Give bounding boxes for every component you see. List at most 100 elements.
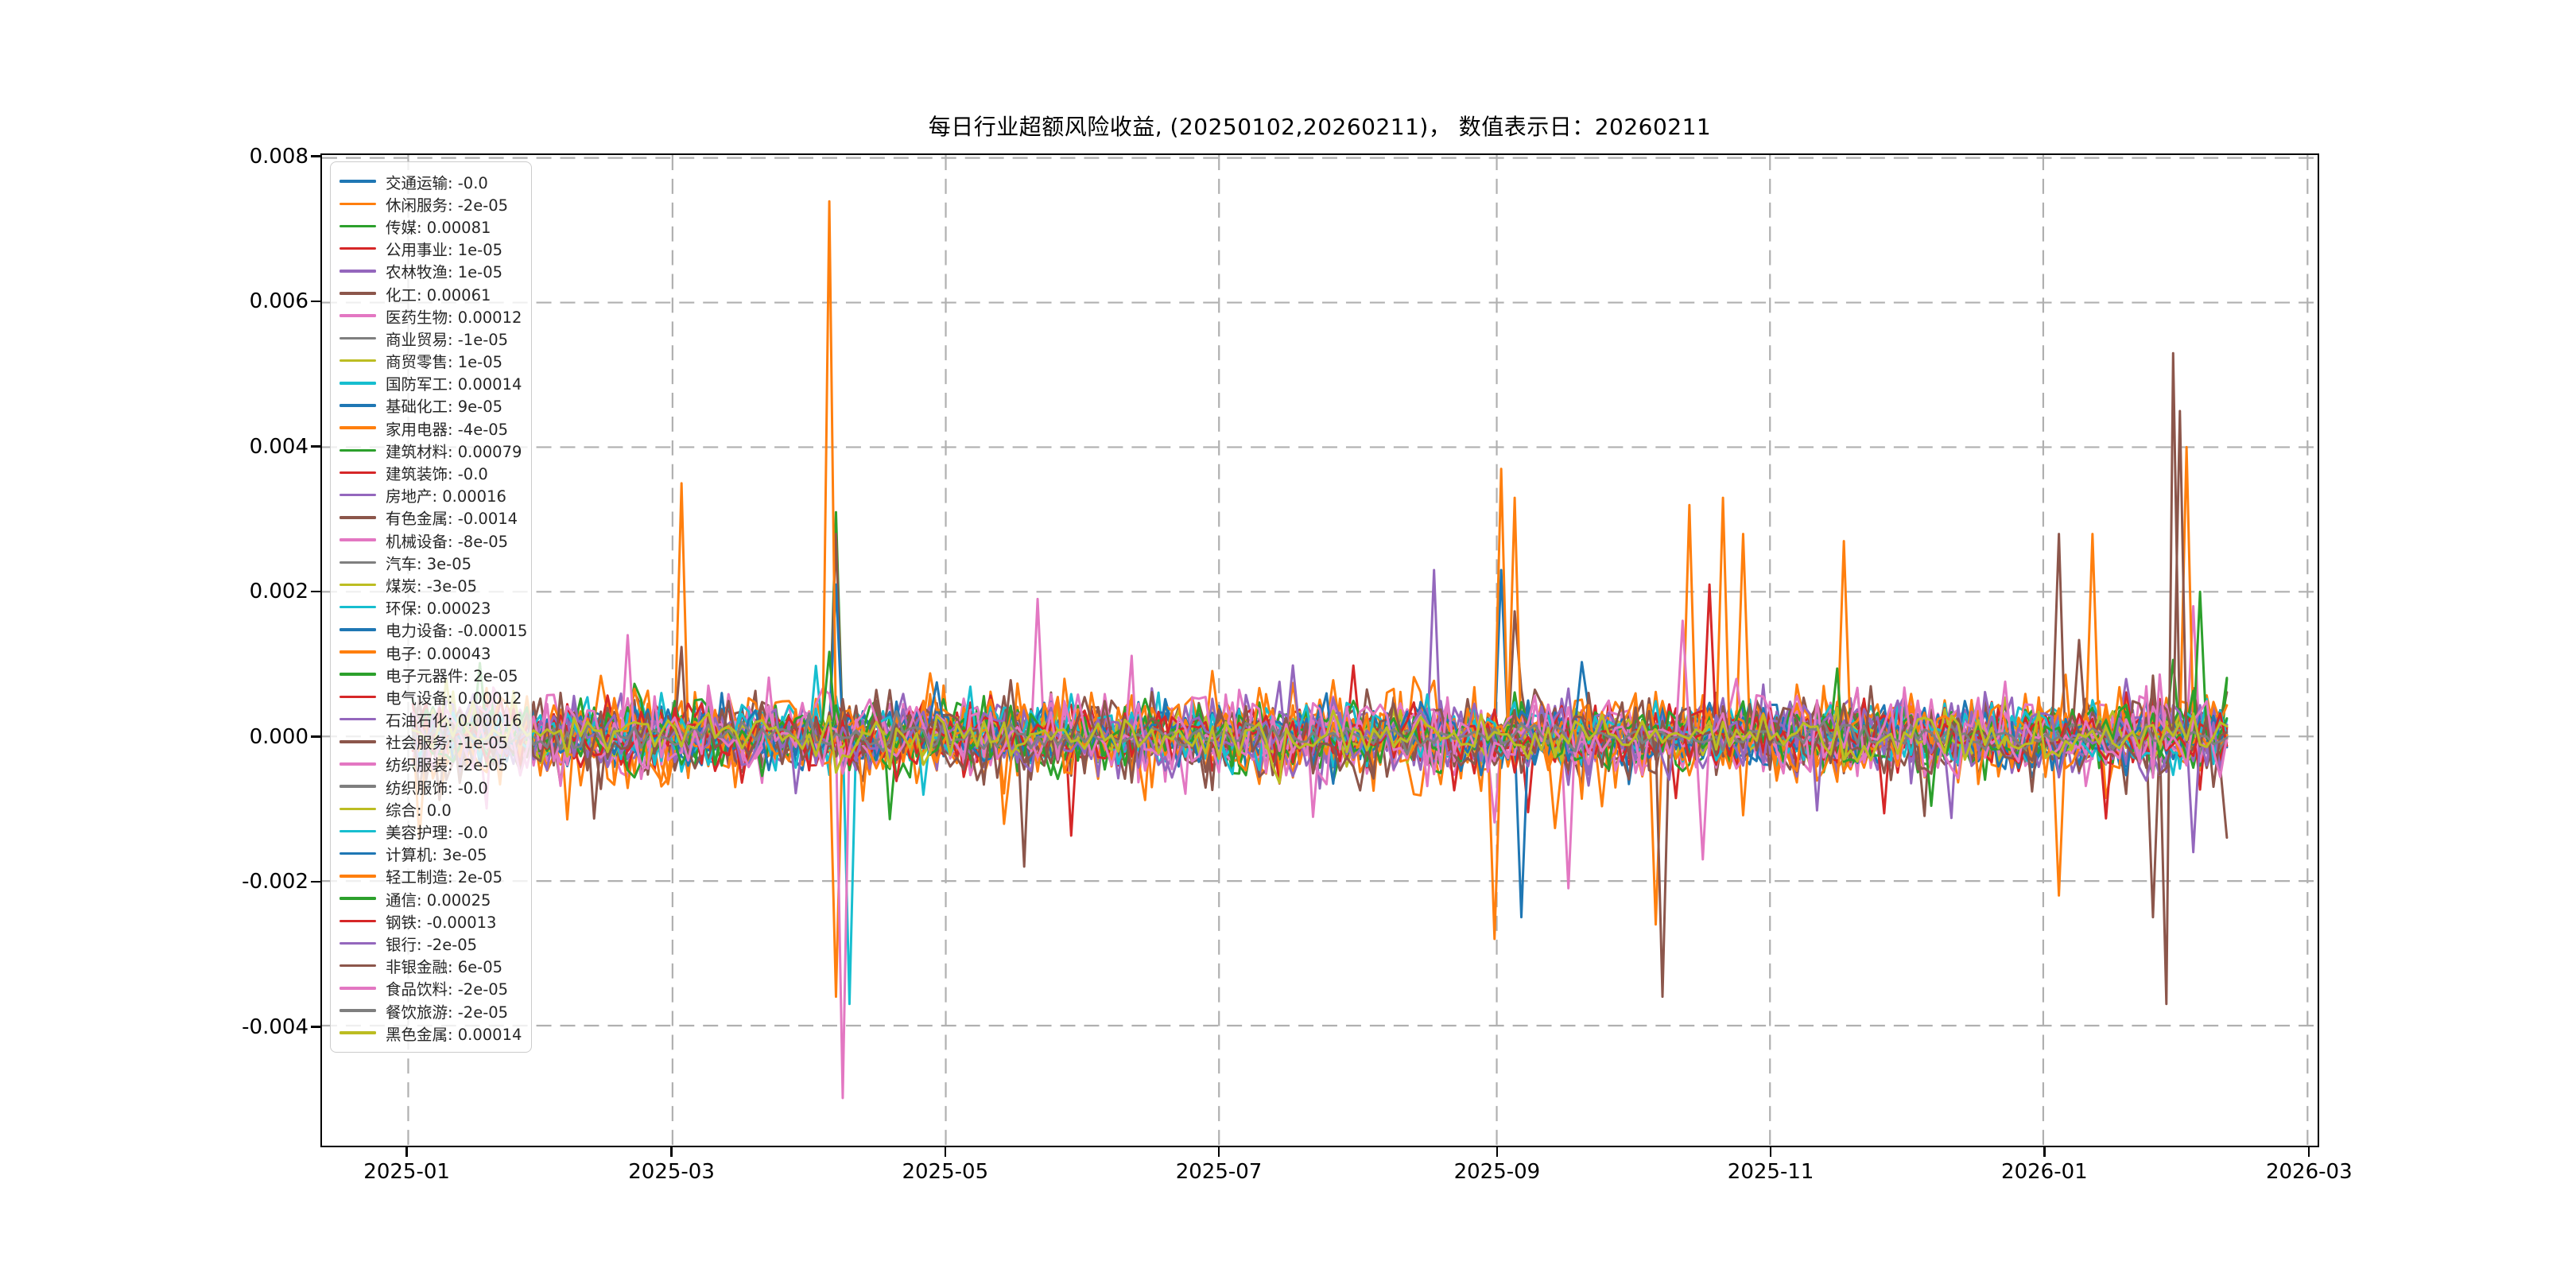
legend-item: 农林牧渔: 1e-05 xyxy=(339,260,525,282)
legend-label: 社会服务: -1e-05 xyxy=(386,734,509,753)
legend-label: 家用电器: -4e-05 xyxy=(386,420,509,439)
legend-label: 商贸零售: 1e-05 xyxy=(386,353,503,372)
legend-line-swatch xyxy=(339,493,376,497)
legend-line-swatch xyxy=(339,695,376,699)
legend-line-swatch xyxy=(339,336,376,340)
legend-label: 农林牧渔: 1e-05 xyxy=(386,263,503,282)
legend-label: 医药生物: 0.00012 xyxy=(386,308,522,327)
legend-item: 电气设备: 0.00012 xyxy=(339,685,525,708)
legend-item: 家用电器: -4e-05 xyxy=(339,417,525,439)
y-tick-label: -0.004 xyxy=(242,1014,308,1039)
x-tick-label: 2025-11 xyxy=(1727,1160,1814,1184)
legend-item: 黑色金属: 0.00014 xyxy=(339,1022,525,1044)
legend-item: 化工: 0.00061 xyxy=(339,282,525,305)
chart-canvas xyxy=(322,155,2318,1146)
legend-item: 有色金属: -0.0014 xyxy=(339,506,525,529)
legend-item: 商业贸易: -1e-05 xyxy=(339,327,525,349)
legend-item: 餐饮旅游: -2e-05 xyxy=(339,999,525,1022)
legend-label: 汽车: 3e-05 xyxy=(386,554,472,573)
x-tick-mark xyxy=(2043,1147,2046,1157)
legend-line-swatch xyxy=(339,605,376,609)
x-tick-mark xyxy=(405,1147,408,1157)
legend-item: 建筑装饰: -0.0 xyxy=(339,461,525,483)
legend-item: 休闲服务: -2e-05 xyxy=(339,192,525,215)
legend-label: 综合: 0.0 xyxy=(386,801,452,820)
legend-label: 国防军工: 0.00014 xyxy=(386,375,522,394)
chart-title: 每日行业超额风险收益, (20250102,20260211)， 数值表示日：2… xyxy=(928,114,1712,140)
legend-line-swatch xyxy=(339,538,376,541)
legend-label: 基础化工: 9e-05 xyxy=(386,398,503,417)
legend-label: 食品饮料: -2e-05 xyxy=(386,980,509,999)
legend-line-swatch xyxy=(339,471,376,475)
legend-label: 餐饮旅游: -2e-05 xyxy=(386,1003,509,1022)
legend-label: 交通运输: -0.0 xyxy=(386,173,488,192)
legend-item: 美容护理: -0.0 xyxy=(339,820,525,842)
legend-label: 机械设备: -8e-05 xyxy=(386,532,509,551)
legend-label: 纺织服装: -2e-05 xyxy=(386,756,509,775)
x-tick-label: 2025-01 xyxy=(363,1160,450,1184)
legend-label: 通信: 0.00025 xyxy=(386,890,491,910)
legend-line-swatch xyxy=(339,919,376,923)
y-tick-mark xyxy=(311,300,320,303)
y-tick-mark xyxy=(311,445,320,448)
legend-item: 汽车: 3e-05 xyxy=(339,551,525,573)
legend-label: 电子元器件: 2e-05 xyxy=(386,666,518,685)
legend-label: 建筑装饰: -0.0 xyxy=(386,465,488,484)
x-tick-label: 2025-07 xyxy=(1175,1160,1263,1184)
legend-line-swatch xyxy=(339,404,376,407)
legend-line-swatch xyxy=(339,875,376,878)
legend-line-swatch xyxy=(339,717,376,721)
legend-line-swatch xyxy=(339,180,376,183)
legend-line-swatch xyxy=(339,426,376,429)
legend-label: 黑色金属: 0.00014 xyxy=(386,1025,522,1044)
legend-line-swatch xyxy=(339,270,376,273)
x-tick-label: 2026-01 xyxy=(2001,1160,2088,1184)
legend-item: 公用事业: 1e-05 xyxy=(339,238,525,260)
legend-item: 煤炭: -3e-05 xyxy=(339,573,525,596)
y-tick-mark xyxy=(311,735,320,738)
legend-line-swatch xyxy=(339,224,376,228)
x-tick-mark xyxy=(1217,1147,1220,1157)
y-tick-label: -0.002 xyxy=(242,870,308,894)
legend-line-swatch xyxy=(339,785,376,788)
y-tick-label: 0.004 xyxy=(249,434,308,459)
legend-label: 石油石化: 0.00016 xyxy=(386,712,522,731)
legend-item: 社会服务: -1e-05 xyxy=(339,731,525,753)
legend-line-swatch xyxy=(339,650,376,654)
legend-item: 钢铁: -0.00013 xyxy=(339,910,525,932)
legend-line-swatch xyxy=(339,583,376,587)
legend-label: 房地产: 0.00016 xyxy=(386,487,506,506)
legend-line-swatch xyxy=(339,964,376,968)
x-tick-mark xyxy=(1496,1147,1499,1157)
y-tick-label: 0.006 xyxy=(249,289,308,314)
legend-item: 电子元器件: 2e-05 xyxy=(339,663,525,685)
legend-line-swatch xyxy=(339,852,376,855)
legend-label: 休闲服务: -2e-05 xyxy=(386,196,509,215)
legend-line-swatch xyxy=(339,1009,376,1012)
legend-label: 纺织服饰: -0.0 xyxy=(386,778,488,797)
legend-label: 电气设备: 0.00012 xyxy=(386,689,522,708)
legend: 交通运输: -0.0 休闲服务: -2e-05 传媒: 0.00081 公用事业: 1… xyxy=(330,161,532,1053)
legend-item: 基础化工: 9e-05 xyxy=(339,394,525,417)
legend-label: 有色金属: -0.0014 xyxy=(386,510,518,529)
x-tick-mark xyxy=(1769,1147,1772,1157)
legend-label: 煤炭: -3e-05 xyxy=(386,576,478,596)
legend-item: 电力设备: -0.00015 xyxy=(339,619,527,641)
legend-line-swatch xyxy=(339,740,376,743)
legend-label: 美容护理: -0.0 xyxy=(386,824,488,843)
legend-item: 银行: -2e-05 xyxy=(339,932,525,954)
legend-item: 计算机: 3e-05 xyxy=(339,843,525,865)
legend-label: 电子: 0.00043 xyxy=(386,644,491,663)
legend-item: 商贸零售: 1e-05 xyxy=(339,350,525,372)
legend-item: 纺织服装: -2e-05 xyxy=(339,753,525,775)
legend-label: 钢铁: -0.00013 xyxy=(386,913,497,932)
x-tick-label: 2025-03 xyxy=(628,1160,715,1184)
legend-line-swatch xyxy=(339,314,376,317)
legend-label: 环保: 0.00023 xyxy=(386,599,491,619)
x-tick-mark xyxy=(670,1147,673,1157)
y-tick-mark xyxy=(311,1026,320,1028)
y-tick-mark xyxy=(311,880,320,883)
legend-line-swatch xyxy=(339,941,376,945)
legend-line-swatch xyxy=(339,807,376,811)
legend-item: 机械设备: -8e-05 xyxy=(339,529,525,551)
